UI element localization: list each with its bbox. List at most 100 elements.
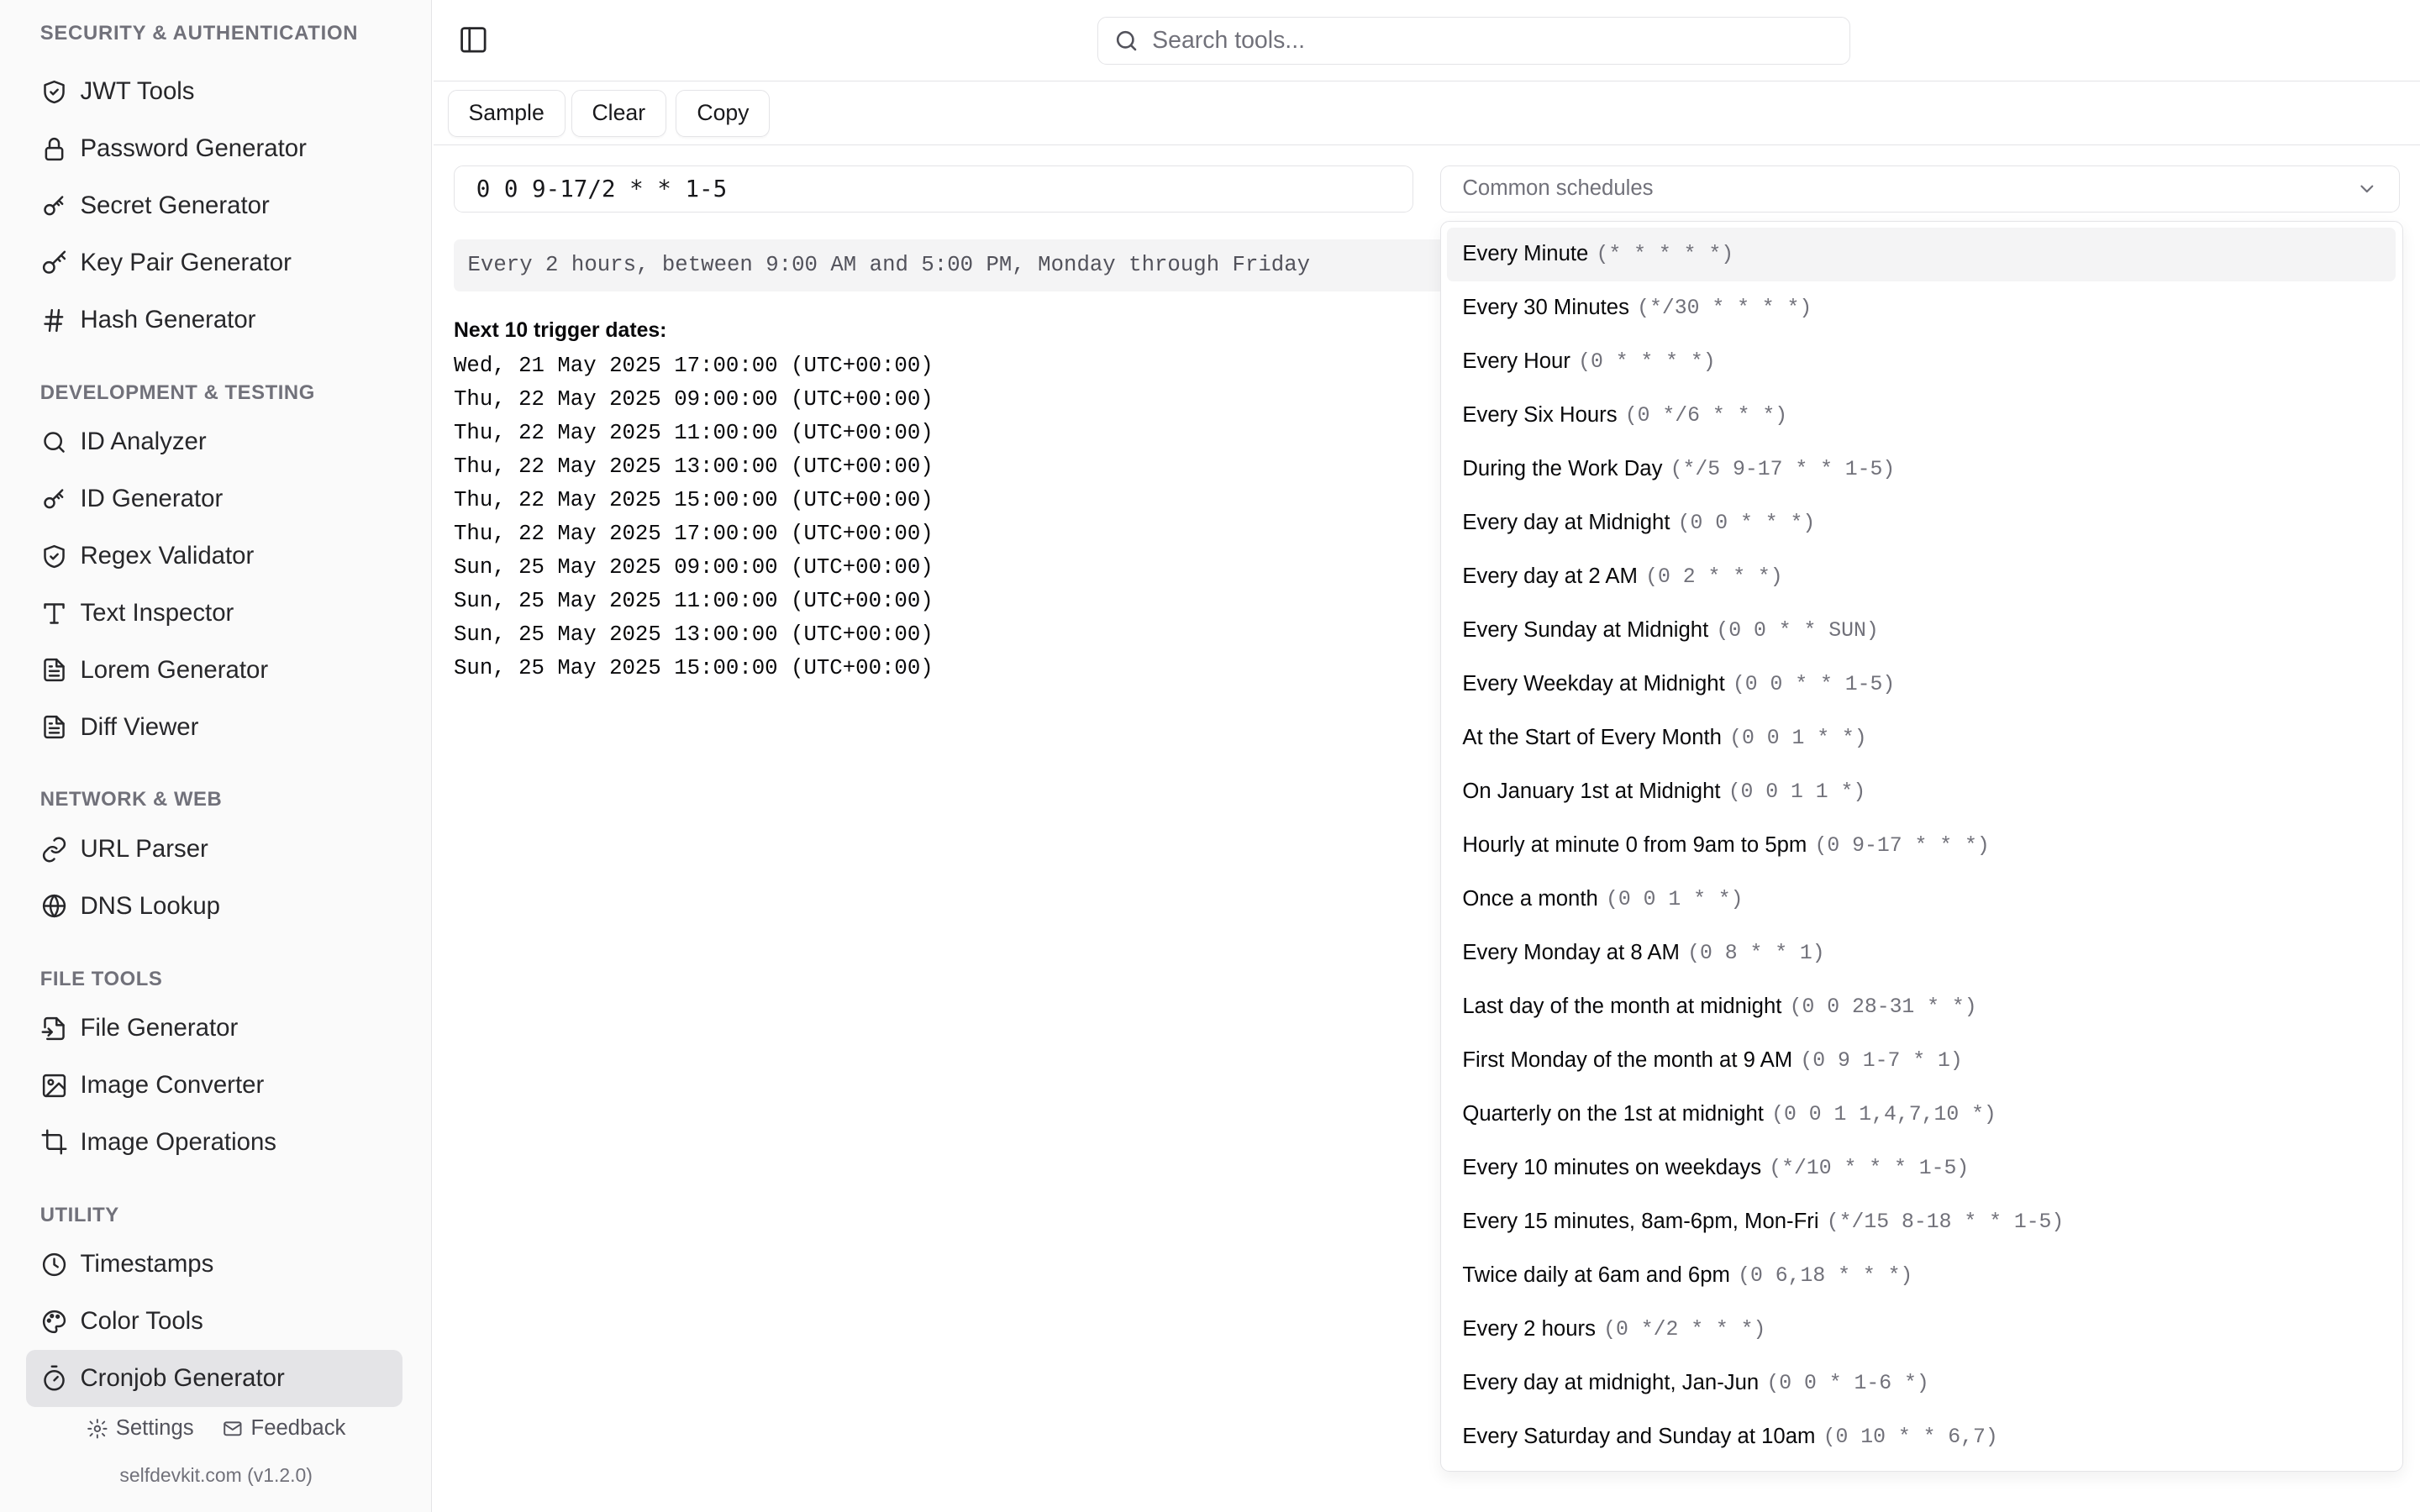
schedule-option-expression: (0 0 * * 1-5) (1732, 672, 1896, 696)
sample-button[interactable]: Sample (447, 89, 566, 138)
sidebar-item-secret-generator[interactable]: Secret Generator (26, 177, 402, 234)
schedule-option-label: Last day of the month at midnight (1462, 995, 1782, 1019)
sidebar-item-regex-validator[interactable]: Regex Validator (26, 528, 402, 585)
image-icon (40, 1072, 68, 1100)
sidebar-item-label: DNS Lookup (80, 891, 221, 920)
search-icon (40, 428, 68, 456)
schedule-option-expression: (0 0 1 * *) (1605, 887, 1744, 911)
sidebar-item-hash-generator[interactable]: Hash Generator (26, 291, 402, 349)
schedule-option-expression: (*/30 * * * *) (1637, 296, 1812, 320)
sidebar-item-dns-lookup[interactable]: DNS Lookup (26, 878, 402, 935)
sidebar-item-label: Hash Generator (80, 306, 256, 334)
schedule-option[interactable]: Last day of the month at midnight (0 0 28… (1447, 980, 2396, 1034)
common-schedules-select[interactable]: Common schedules (1439, 165, 2401, 213)
trigger-date: Sun, 25 May 2025 15:00:00 (UTC+00:00) (453, 656, 934, 681)
schedule-option[interactable]: Every Monday at 8 AM (0 8 * * 1) (1447, 927, 2396, 980)
schedule-option[interactable]: On January 1st at Midnight (0 0 1 1 *) (1447, 765, 2396, 819)
sidebar-item-id-analyzer[interactable]: ID Analyzer (26, 413, 402, 470)
section-label-development: DEVELOPMENT & TESTING (39, 381, 315, 404)
search-box[interactable] (1097, 17, 1851, 66)
sidebar-toggle-button[interactable] (458, 24, 489, 55)
schedule-option[interactable]: Every Saturday and Sunday at 10am (0 10 *… (1447, 1410, 2396, 1464)
schedule-option[interactable]: Every Minute (* * * * *) (1446, 227, 2396, 281)
sidebar-item-image-operations[interactable]: Image Operations (26, 1114, 402, 1171)
sidebar-item-label: Timestamps (80, 1250, 214, 1278)
trigger-date: Thu, 22 May 2025 09:00:00 (UTC+00:00) (453, 386, 934, 412)
sidebar-item-cronjob-generator[interactable]: Cronjob Generator (26, 1350, 403, 1407)
sidebar-item-image-converter[interactable]: Image Converter (26, 1057, 402, 1114)
schedules-dropdown: Every Minute (* * * * *) Every 30 Minutes (… (1439, 220, 2403, 1473)
sidebar-item-text-inspector[interactable]: Text Inspector (26, 585, 402, 642)
schedule-option-expression: (0 9-17 * * *) (1814, 833, 1990, 858)
top-bar (434, 0, 2420, 82)
schedule-option[interactable]: Once a month (0 0 1 * *) (1447, 873, 2396, 927)
schedule-option[interactable]: First Monday of the month at 9 AM (0 9 1-… (1447, 1034, 2396, 1088)
key-icon (40, 249, 68, 277)
section-label-file-tools: FILE TOOLS (39, 967, 163, 990)
schedule-option[interactable]: During the Work Day (*/5 9-17 * * 1-5) (1447, 443, 2396, 496)
schedule-option-label: Every Sunday at Midnight (1462, 618, 1709, 643)
copy-button[interactable]: Copy (676, 89, 771, 138)
schedule-option-label: Every 2 hours (1462, 1317, 1596, 1341)
sidebar-item-timestamps[interactable]: Timestamps (26, 1236, 402, 1293)
link-icon (40, 836, 68, 864)
schedule-option[interactable]: Every day at 2 AM (0 2 * * *) (1447, 550, 2396, 604)
timer-icon (40, 1364, 68, 1392)
sidebar-item-key-pair-generator[interactable]: Key Pair Generator (26, 234, 402, 291)
sidebar-item-password-generator[interactable]: Password Generator (26, 120, 402, 177)
clear-button[interactable]: Clear (571, 89, 666, 138)
trigger-date: Thu, 22 May 2025 17:00:00 (UTC+00:00) (453, 521, 934, 546)
key-round-icon (40, 486, 68, 513)
feedback-button[interactable]: Feedback (222, 1416, 345, 1441)
trigger-date: Thu, 22 May 2025 15:00:00 (UTC+00:00) (453, 487, 934, 512)
trigger-date: Thu, 22 May 2025 13:00:00 (UTC+00:00) (453, 454, 934, 479)
schedule-option-expression: (* * * * *) (1596, 242, 1734, 266)
crop-icon (40, 1128, 68, 1156)
sidebar-item-diff-viewer[interactable]: Diff Viewer (26, 699, 402, 756)
schedule-option[interactable]: Every day at midnight, Jan-Jun (0 0 * 1-6… (1447, 1357, 2396, 1410)
trigger-date: Thu, 22 May 2025 11:00:00 (UTC+00:00) (453, 420, 934, 445)
schedule-option[interactable]: Quarterly on the 1st at midnight (0 0 1 1… (1447, 1088, 2396, 1142)
schedule-option-expression: (0 0 1 * *) (1729, 726, 1867, 750)
sidebar-item-color-tools[interactable]: Color Tools (26, 1293, 402, 1350)
search-icon (1117, 30, 1137, 51)
schedule-option[interactable]: Hourly at minute 0 from 9am to 5pm (0 9-1… (1447, 819, 2396, 873)
schedule-option[interactable]: Every 30 Minutes (*/30 * * * *) (1447, 281, 2396, 335)
trigger-date: Sun, 25 May 2025 13:00:00 (UTC+00:00) (453, 622, 934, 648)
sidebar-item-label: Color Tools (80, 1307, 203, 1336)
hash-icon (40, 307, 68, 334)
type-icon (40, 600, 68, 627)
cron-expression-input[interactable] (453, 165, 1414, 213)
sidebar-item-lorem-generator[interactable]: Lorem Generator (26, 642, 402, 699)
sidebar-item-label: Lorem Generator (80, 655, 269, 684)
schedule-option[interactable]: Twice daily at 6am and 6pm (0 6,18 * * *) (1447, 1249, 2396, 1303)
sidebar-item-label: Key Pair Generator (80, 249, 292, 277)
settings-button[interactable]: Settings (87, 1416, 194, 1441)
schedule-option[interactable]: At the Start of Every Month (0 0 1 * *) (1447, 711, 2396, 765)
section-label-security: SECURITY & AUTHENTICATION (39, 21, 359, 45)
sidebar-item-file-generator[interactable]: File Generator (26, 1000, 402, 1057)
schedule-option[interactable]: Every 15 minutes, 8am-6pm, Mon-Fri (*/15 … (1447, 1195, 2396, 1249)
schedule-option[interactable]: Every Hour (0 * * * *) (1447, 335, 2396, 389)
schedule-option[interactable]: Every Weekday at Midnight (0 0 * * 1-5) (1447, 658, 2396, 711)
sidebar-item-id-generator[interactable]: ID Generator (26, 470, 402, 528)
sidebar-item-url-parser[interactable]: URL Parser (26, 821, 402, 878)
schedule-option-expression: (0 0 28-31 * *) (1789, 995, 1977, 1019)
schedule-option[interactable]: Every 2 hours (0 */2 * * *) (1447, 1303, 2396, 1357)
sidebar-item-label: Image Converter (80, 1071, 265, 1100)
schedule-option-label: Every 10 minutes on weekdays (1462, 1156, 1762, 1180)
schedule-option[interactable]: Every Sunday at Midnight (0 0 * * SUN) (1447, 604, 2396, 658)
search-input[interactable] (1152, 27, 1770, 55)
schedule-option[interactable]: Every 10 minutes on weekdays (*/10 * * * … (1447, 1142, 2396, 1195)
shield-icon (40, 78, 68, 106)
file-text-icon (40, 656, 68, 684)
schedule-option[interactable]: Every Six Hours (0 */6 * * *) (1447, 389, 2396, 443)
schedule-option-expression: (*/10 * * * 1-5) (1769, 1156, 1970, 1180)
schedule-option-expression: (0 2 * * *) (1645, 564, 1783, 589)
cron-description: Every 2 hours, between 9:00 AM and 5:00 … (453, 239, 1442, 292)
schedule-option[interactable]: Every day at Midnight (0 0 * * *) (1447, 496, 2396, 550)
sidebar-item-jwt-tools[interactable]: JWT Tools (26, 63, 402, 120)
schedule-option-label: Every day at midnight, Jan-Jun (1462, 1371, 1760, 1395)
sidebar-item-label: Secret Generator (80, 192, 270, 220)
panel-left-icon (460, 27, 487, 53)
